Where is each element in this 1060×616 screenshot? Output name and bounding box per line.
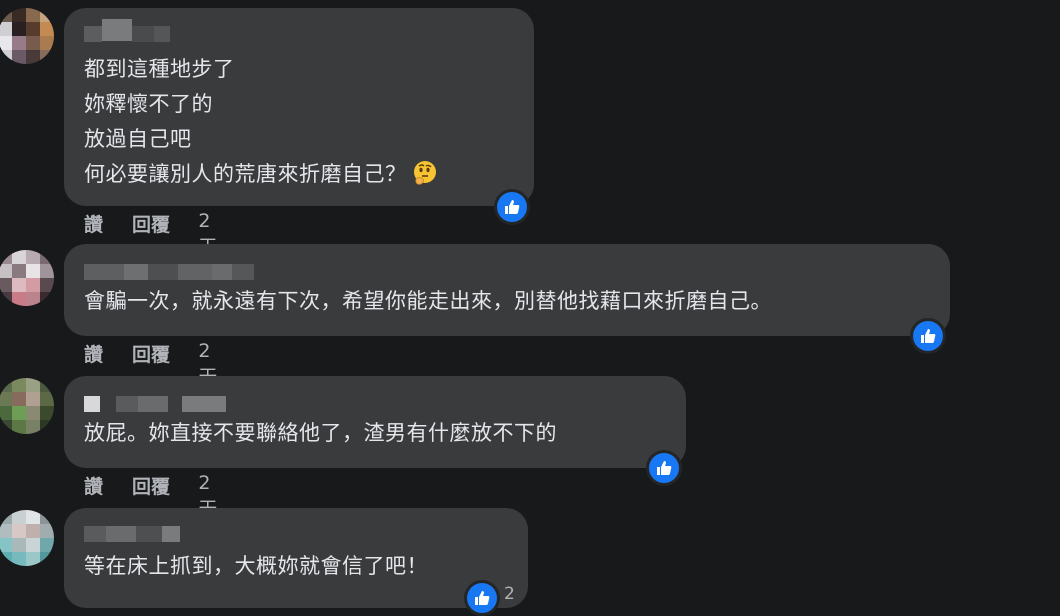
comment-text-line: 放過自己吧 — [84, 127, 192, 151]
thinking-face-icon — [413, 161, 436, 185]
reaction-count[interactable]: 2 — [504, 584, 515, 604]
comment-bubble: 放屁。妳直接不要聯絡他了，渣男有什麼放不下的 — [64, 376, 686, 468]
comment-text-line: 妳釋懷不了的 — [84, 92, 213, 116]
comment-text-line: 何必要讓別人的荒唐來折磨自己？ — [84, 157, 514, 192]
comment-text: 等在床上抓到，大概妳就會信了吧！ — [84, 554, 428, 578]
avatar[interactable] — [0, 250, 54, 306]
comment-bubble: 等在床上抓到，大概妳就會信了吧！ — [64, 508, 528, 608]
comment-text: 何必要讓別人的荒唐來折磨自己？ — [84, 162, 407, 186]
comment-author[interactable] — [84, 19, 514, 46]
like-reaction-badge[interactable] — [464, 580, 500, 616]
comment-text-line: 都到這種地步了 — [84, 57, 235, 81]
avatar[interactable] — [0, 8, 54, 64]
comment-text: 會騙一次，就永遠有下次，希望你能走出來，別替他找藉口來折磨自己。 — [84, 289, 772, 313]
comment-bubble: 都到這種地步了 妳釋懷不了的 放過自己吧 何必要讓別人的荒唐來折磨自己？ — [64, 8, 534, 206]
thumbs-up-icon — [475, 591, 490, 605]
like-reaction-badge[interactable] — [494, 189, 530, 225]
thumbs-up-icon — [921, 329, 936, 343]
comment-text: 放屁。妳直接不要聯絡他了，渣男有什麼放不下的 — [84, 421, 557, 445]
avatar[interactable] — [0, 510, 54, 566]
like-reaction-badge[interactable] — [646, 450, 682, 486]
thumbs-up-icon — [657, 461, 672, 475]
comment-author[interactable] — [84, 260, 930, 284]
thumbs-up-icon — [505, 200, 520, 214]
like-reaction-badge[interactable] — [910, 318, 946, 354]
comment-bubble: 會騙一次，就永遠有下次，希望你能走出來，別替他找藉口來折磨自己。 — [64, 244, 950, 336]
avatar[interactable] — [0, 378, 54, 434]
comment-author[interactable] — [84, 522, 508, 546]
comment-author[interactable] — [84, 392, 666, 416]
